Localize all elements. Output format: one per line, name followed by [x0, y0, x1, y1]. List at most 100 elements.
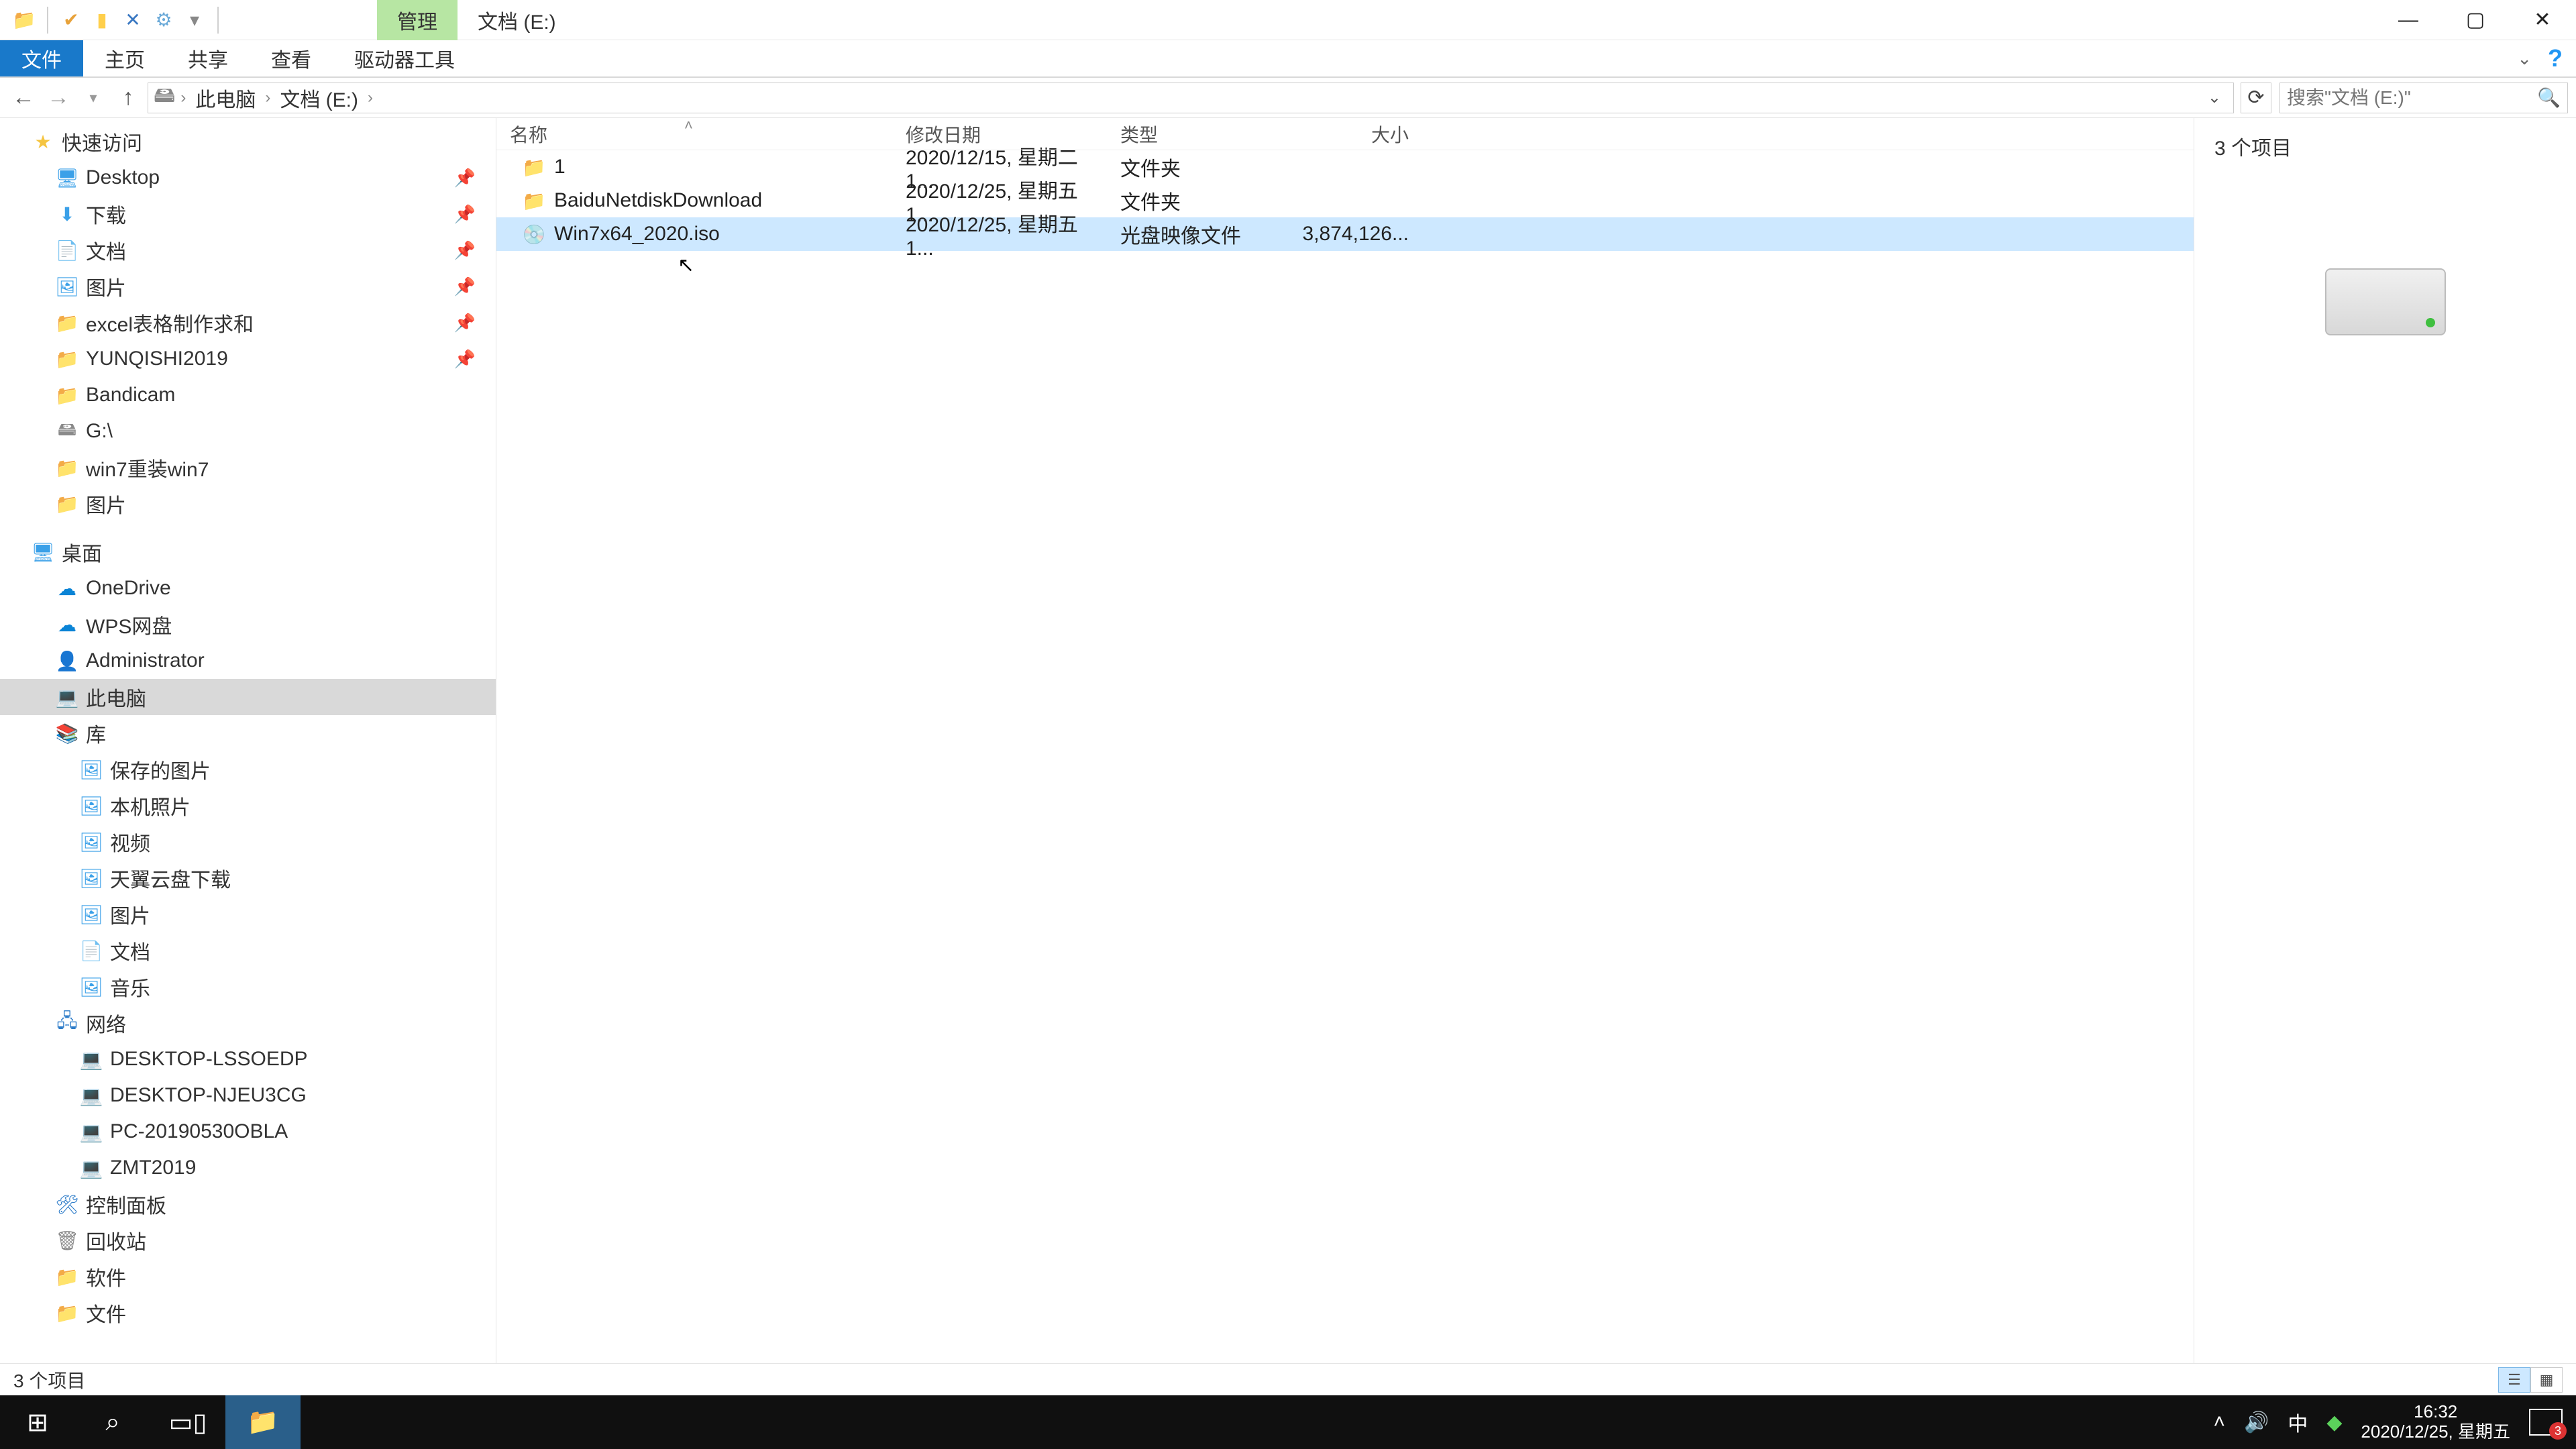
refresh-button[interactable]: ⟳ — [2241, 83, 2271, 113]
nav-item[interactable]: 📚 库 — [0, 715, 496, 751]
nav-item[interactable]: 📁 excel表格制作求和📌 — [0, 305, 496, 341]
help-icon[interactable]: ? — [2548, 44, 2563, 72]
nav-item[interactable]: 👤 Administrator — [0, 643, 496, 679]
chevron-right-icon[interactable]: › — [180, 89, 186, 107]
qat-close-icon[interactable]: ✕ — [121, 8, 145, 32]
nav-desktop[interactable]: 🖥 桌面 — [0, 534, 496, 570]
nav-item[interactable]: 🖼 保存的图片 — [0, 751, 496, 788]
qat-folder-icon[interactable]: ▮ — [90, 8, 114, 32]
pin-icon: 📌 — [454, 240, 476, 261]
search-input[interactable] — [2287, 87, 2537, 109]
nav-label: 视频 — [110, 827, 150, 857]
search-icon[interactable]: 🔍 — [2537, 87, 2561, 109]
file-size: 3,874,126... — [1288, 223, 1422, 246]
ribbon-expand-icon[interactable]: ⌄ — [2517, 48, 2532, 69]
nav-item[interactable]: 🖼 图片📌 — [0, 268, 496, 305]
nav-item[interactable]: ☁ WPS网盘 — [0, 606, 496, 643]
nav-item[interactable]: ☁ OneDrive — [0, 570, 496, 606]
col-header-name[interactable]: 名称 — [496, 121, 892, 148]
nav-item[interactable]: 💻 此电脑 — [0, 679, 496, 715]
qat-settings-icon[interactable]: ⚙ — [152, 8, 176, 32]
explorer-taskbar-button[interactable]: 📁 — [225, 1395, 301, 1449]
chevron-right-icon[interactable]: › — [368, 89, 373, 107]
nav-label: 图片 — [110, 900, 150, 929]
address-history-dropdown[interactable]: ⌄ — [2201, 88, 2228, 107]
maximize-button[interactable]: ▢ — [2442, 1, 2509, 40]
file-row[interactable]: 📁 BaiduNetdiskDownload 2020/12/25, 星期五 1… — [496, 184, 2194, 217]
start-button[interactable]: ⊞ — [0, 1395, 75, 1449]
chevron-right-icon[interactable]: › — [265, 89, 270, 107]
forward-button[interactable]: → — [43, 83, 74, 113]
nav-item[interactable]: 🖼 天翼云盘下载 — [0, 860, 496, 896]
nav-item[interactable]: 📁 Bandicam — [0, 377, 496, 413]
nav-item[interactable]: 🗑 回收站 — [0, 1222, 496, 1258]
crumb-this-pc[interactable]: 此电脑 — [191, 83, 260, 113]
search-button[interactable]: ⌕ — [75, 1395, 150, 1449]
nav-item[interactable]: ⬇ 下载📌 — [0, 196, 496, 232]
nav-quick-access[interactable]: ★ 快速访问 — [0, 123, 496, 160]
recent-dropdown[interactable]: ▾ — [78, 83, 109, 113]
nav-item[interactable]: 📁 软件 — [0, 1258, 496, 1295]
tab-share[interactable]: 共享 — [166, 40, 250, 76]
ime-indicator[interactable]: 中 — [2288, 1407, 2308, 1437]
nav-item[interactable]: 📄 文档 — [0, 932, 496, 969]
nav-item[interactable]: 📁 图片 — [0, 486, 496, 522]
nav-item[interactable]: 🛠 控制面板 — [0, 1186, 496, 1222]
nav-label: 回收站 — [86, 1226, 146, 1255]
tray-overflow-icon[interactable]: ˄ — [2213, 1411, 2225, 1434]
file-row[interactable]: 💿 Win7x64_2020.iso 2020/12/25, 星期五 1... … — [496, 217, 2194, 251]
action-center-button[interactable]: 3 — [2529, 1409, 2563, 1436]
file-row[interactable]: 📁 1 2020/12/15, 星期二 1... 文件夹 — [496, 150, 2194, 184]
nav-item[interactable]: 📄 文档📌 — [0, 232, 496, 268]
user-icon: 👤 — [56, 650, 78, 672]
search-box[interactable]: 🔍 — [2279, 83, 2568, 113]
details-view-button[interactable]: ☰ — [2498, 1367, 2530, 1393]
tab-view[interactable]: 查看 — [250, 40, 333, 76]
tab-file[interactable]: 文件 — [0, 40, 83, 76]
tab-drive-tools[interactable]: 驱动器工具 — [333, 40, 476, 76]
nav-item[interactable]: 🖼 本机照片 — [0, 788, 496, 824]
nav-label: 控制面板 — [86, 1189, 166, 1219]
up-button[interactable]: ↑ — [113, 83, 144, 113]
qat-more-icon[interactable]: ▾ — [182, 8, 207, 32]
col-header-type[interactable]: 类型 — [1107, 121, 1288, 148]
minimize-button[interactable]: — — [2375, 1, 2442, 40]
navigation-pane[interactable]: ★ 快速访问 🖥 Desktop📌 ⬇ 下载📌 📄 文档📌 🖼 图片📌 📁 ex… — [0, 118, 496, 1363]
nav-item[interactable]: 📁 YUNQISHI2019📌 — [0, 341, 496, 377]
nav-item[interactable]: 🖴 G:\ — [0, 413, 496, 449]
pc-icon: 💻 — [80, 1049, 102, 1070]
nav-label: 此电脑 — [86, 682, 146, 712]
desktop-icon: 🖥 — [32, 541, 54, 563]
nav-item[interactable]: 💻 DESKTOP-LSSOEDP — [0, 1041, 496, 1077]
nav-network[interactable]: 🖧 网络 — [0, 1005, 496, 1041]
file-type: 光盘映像文件 — [1107, 219, 1288, 249]
nav-item[interactable]: 🖼 音乐 — [0, 969, 496, 1005]
nav-item[interactable]: 🖼 图片 — [0, 896, 496, 932]
nav-item[interactable]: 📁 文件 — [0, 1295, 496, 1331]
col-header-date[interactable]: 修改日期 — [892, 121, 1107, 148]
clock[interactable]: 16:32 2020/12/25, 星期五 — [2361, 1402, 2510, 1442]
sort-ascending-icon: ˄ — [684, 117, 693, 134]
back-button[interactable]: ← — [8, 83, 39, 113]
col-header-size[interactable]: 大小 — [1288, 121, 1422, 148]
tab-home[interactable]: 主页 — [83, 40, 166, 76]
close-button[interactable]: ✕ — [2509, 1, 2576, 40]
task-view-button[interactable]: ▭▯ — [150, 1395, 225, 1449]
nav-label: G:\ — [86, 420, 113, 443]
separator — [47, 7, 48, 34]
file-name: Win7x64_2020.iso — [554, 223, 720, 246]
nav-item[interactable]: 💻 ZMT2019 — [0, 1150, 496, 1186]
nav-item[interactable]: 💻 PC-20190530OBLA — [0, 1114, 496, 1150]
nav-item[interactable]: 📁 win7重装win7 — [0, 449, 496, 486]
lib-icon: 📚 — [56, 722, 78, 744]
crumb-drive-e[interactable]: 文档 (E:) — [276, 83, 362, 113]
contextual-tab-manage[interactable]: 管理 — [377, 0, 458, 40]
address-bar[interactable]: 🖴 › 此电脑 › 文档 (E:) › ⌄ — [148, 83, 2234, 113]
volume-icon[interactable]: 🔊 — [2244, 1411, 2269, 1434]
qat-check-icon[interactable]: ✔ — [59, 8, 83, 32]
nav-item[interactable]: 💻 DESKTOP-NJEU3CG — [0, 1077, 496, 1114]
tray-app-icon[interactable]: ◆ — [2326, 1411, 2342, 1434]
icons-view-button[interactable]: ▦ — [2530, 1367, 2563, 1393]
nav-item[interactable]: 🖼 视频 — [0, 824, 496, 860]
nav-item[interactable]: 🖥 Desktop📌 — [0, 160, 496, 196]
